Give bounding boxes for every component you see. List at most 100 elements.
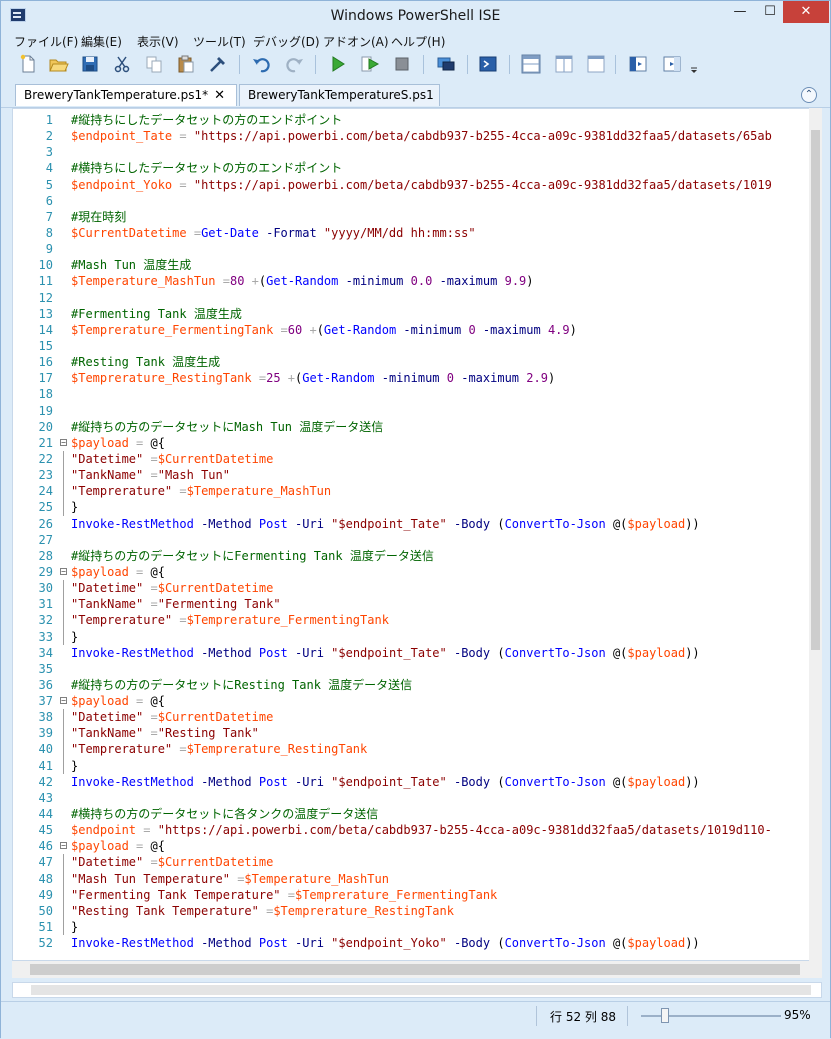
undo-icon[interactable] (251, 53, 273, 75)
menu-debug[interactable]: デバッグ(D) (253, 33, 320, 50)
tab-brewery-tank-temperature[interactable]: BreweryTankTemperature.ps1* ✕ (15, 84, 237, 106)
show-script-pane-right-icon[interactable] (553, 53, 575, 75)
code-line[interactable]: 38 "Datetime" =$CurrentDatetime (13, 709, 811, 726)
show-script-pane-top-icon[interactable] (520, 53, 542, 75)
title-bar[interactable]: Windows PowerShell ISE — ☐ ✕ (1, 1, 830, 31)
code-line[interactable]: 47 "Datetime" =$CurrentDatetime (13, 854, 811, 871)
menu-edit[interactable]: 編集(E) (81, 33, 122, 50)
zoom-slider-thumb[interactable] (661, 1008, 670, 1023)
menu-file[interactable]: ファイル(F) (14, 33, 78, 50)
code-line[interactable]: 7 #現在時刻 (13, 209, 811, 225)
minimize-button[interactable]: — (725, 1, 755, 23)
code-line[interactable]: 27 (13, 532, 811, 548)
close-tab-icon[interactable]: ✕ (214, 86, 225, 106)
vertical-scroll-thumb[interactable] (811, 130, 820, 650)
copy-icon[interactable] (143, 53, 165, 75)
code-line[interactable]: 21− $payload = @{ (13, 435, 811, 451)
code-line[interactable]: 52 Invoke-RestMethod -Method Post -Uri "$… (13, 935, 811, 951)
console-scroll-thumb[interactable] (31, 985, 811, 995)
menu-addons[interactable]: アドオン(A) (323, 33, 389, 50)
show-script-pane-maximized-icon[interactable] (585, 53, 607, 75)
collapse-script-pane-icon[interactable]: ⌃ (801, 87, 817, 103)
code-line[interactable]: 18 (13, 386, 811, 402)
code-line[interactable]: 42 Invoke-RestMethod -Method Post -Uri "$… (13, 774, 811, 790)
code-line[interactable]: 6 (13, 193, 811, 209)
clear-console-icon[interactable] (207, 53, 229, 75)
code-line[interactable]: 37− $payload = @{ (13, 693, 811, 709)
code-line[interactable]: 33} (13, 628, 811, 645)
toolbar-overflow-icon[interactable] (689, 53, 699, 75)
code-line[interactable]: 51} (13, 919, 811, 936)
code-line[interactable]: 3 (13, 144, 811, 160)
code-line[interactable]: 23 "TankName" ="Mash Tun" (13, 467, 811, 484)
code-line[interactable]: 45 $endpoint = "https://api.powerbi.com/b… (13, 822, 811, 838)
close-button[interactable]: ✕ (783, 1, 829, 23)
show-command-window-icon[interactable] (627, 53, 649, 75)
horizontal-scroll-thumb[interactable] (30, 964, 800, 975)
code-line[interactable]: 9 (13, 241, 811, 257)
code-line[interactable]: 25} (13, 499, 811, 516)
vertical-scrollbar[interactable] (809, 108, 822, 961)
code-line[interactable]: 16 #Resting Tank 温度生成 (13, 354, 811, 370)
powershell-console-icon[interactable] (477, 53, 499, 75)
code-line[interactable]: 28 #縦持ちの方のデータセットにFermenting Tank 温度データ送信 (13, 548, 811, 564)
code-line[interactable]: 36 #縦持ちの方のデータセットにResting Tank 温度データ送信 (13, 677, 811, 693)
run-selection-icon[interactable] (359, 53, 381, 75)
code-line[interactable]: 22 "Datetime" =$CurrentDatetime (13, 450, 811, 468)
line-number: 2 (45, 129, 53, 144)
code-line[interactable]: 30 "Datetime" =$CurrentDatetime (13, 580, 811, 597)
run-script-icon[interactable] (327, 53, 349, 75)
code-line[interactable]: 1 #縦持ちにしたデータセットの方のエンドポイント (13, 112, 811, 128)
code-line[interactable]: 39 "TankName" ="Resting Tank" (13, 725, 811, 742)
redo-icon[interactable] (283, 53, 305, 75)
code-line[interactable]: 46− $payload = @{ (13, 838, 811, 854)
code-line[interactable]: 49 "Fermenting Tank Temperature" =$Tempre… (13, 886, 811, 903)
menu-view[interactable]: 表示(V) (137, 33, 179, 50)
code-line[interactable]: 13 #Fermenting Tank 温度生成 (13, 306, 811, 322)
code-line[interactable]: 2 $endpoint_Tate = "https://api.powerbi.c… (13, 128, 811, 144)
show-command-addon-icon[interactable] (661, 53, 683, 75)
code-line[interactable]: 8 $CurrentDatetime =Get-Date -Format "yyy… (13, 225, 811, 241)
code-line[interactable]: 40 "Temprerature" =$Temprerature_RestingT… (13, 741, 811, 758)
code-line[interactable]: 34 Invoke-RestMethod -Method Post -Uri "$… (13, 645, 811, 661)
code-line[interactable]: 5 $endpoint_Yoko = "https://api.powerbi.c… (13, 177, 811, 193)
new-file-icon[interactable] (17, 53, 39, 75)
open-folder-icon[interactable] (47, 53, 69, 75)
save-icon[interactable] (79, 53, 101, 75)
code-line[interactable]: 24 "Temprerature" =$Temperature_MashTun (13, 483, 811, 500)
fold-toggle-icon[interactable]: − (60, 697, 67, 705)
horizontal-scrollbar[interactable] (12, 961, 822, 978)
menu-help[interactable]: ヘルプ(H) (391, 33, 445, 50)
menu-tools[interactable]: ツール(T) (193, 33, 246, 50)
code-line[interactable]: 41} (13, 757, 811, 774)
code-line[interactable]: 29− $payload = @{ (13, 564, 811, 580)
paste-icon[interactable] (175, 53, 197, 75)
maximize-button[interactable]: ☐ (755, 1, 785, 23)
code-line[interactable]: 44 #横持ちの方のデータセットに各タンクの温度データ送信 (13, 806, 811, 822)
code-line[interactable]: 10 #Mash Tun 温度生成 (13, 257, 811, 273)
console-pane-scrollbar[interactable] (12, 982, 822, 998)
code-line[interactable]: 50 "Resting Tank Temperature" =$Temprerat… (13, 902, 811, 920)
code-line[interactable]: 43 (13, 790, 811, 806)
code-line[interactable]: 4 #横持ちにしたデータセットの方のエンドポイント (13, 160, 811, 176)
code-line[interactable]: 14 $Temprerature_FermentingTank =60 +(Get… (13, 322, 811, 338)
tab-brewery-tank-temperature-s[interactable]: BreweryTankTemperatureS.ps1 (239, 84, 440, 106)
script-editor[interactable]: 1 #縦持ちにしたデータセットの方のエンドポイント 2 $endpoint_Tate … (12, 108, 822, 961)
code-line[interactable]: 31 "TankName" ="Fermenting Tank" (13, 596, 811, 613)
code-line[interactable]: 20 #縦持ちの方のデータセットにMash Tun 温度データ送信 (13, 419, 811, 435)
code-line[interactable]: 17 $Temprerature_RestingTank =25 +(Get-Ra… (13, 370, 811, 386)
code-line[interactable]: 35 (13, 661, 811, 677)
code-line[interactable]: 26 Invoke-RestMethod -Method Post -Uri "$… (13, 516, 811, 532)
code-line[interactable]: 12 (13, 290, 811, 306)
code-line[interactable]: 11 $Temperature_MashTun =80 +(Get-Random … (13, 273, 811, 289)
fold-toggle-icon[interactable]: − (60, 438, 67, 446)
stop-icon[interactable] (391, 53, 413, 75)
fold-toggle-icon[interactable]: − (60, 842, 67, 850)
cut-icon[interactable] (111, 53, 133, 75)
code-line[interactable]: 32 "Temprerature" =$Temprerature_Fermenti… (13, 612, 811, 629)
remote-powershell-icon[interactable] (435, 53, 457, 75)
fold-toggle-icon[interactable]: − (60, 567, 67, 575)
code-line[interactable]: 19 (13, 403, 811, 419)
code-line[interactable]: 48 "Mash Tun Temperature" =$Temperature_M… (13, 870, 811, 887)
code-line[interactable]: 15 (13, 338, 811, 354)
